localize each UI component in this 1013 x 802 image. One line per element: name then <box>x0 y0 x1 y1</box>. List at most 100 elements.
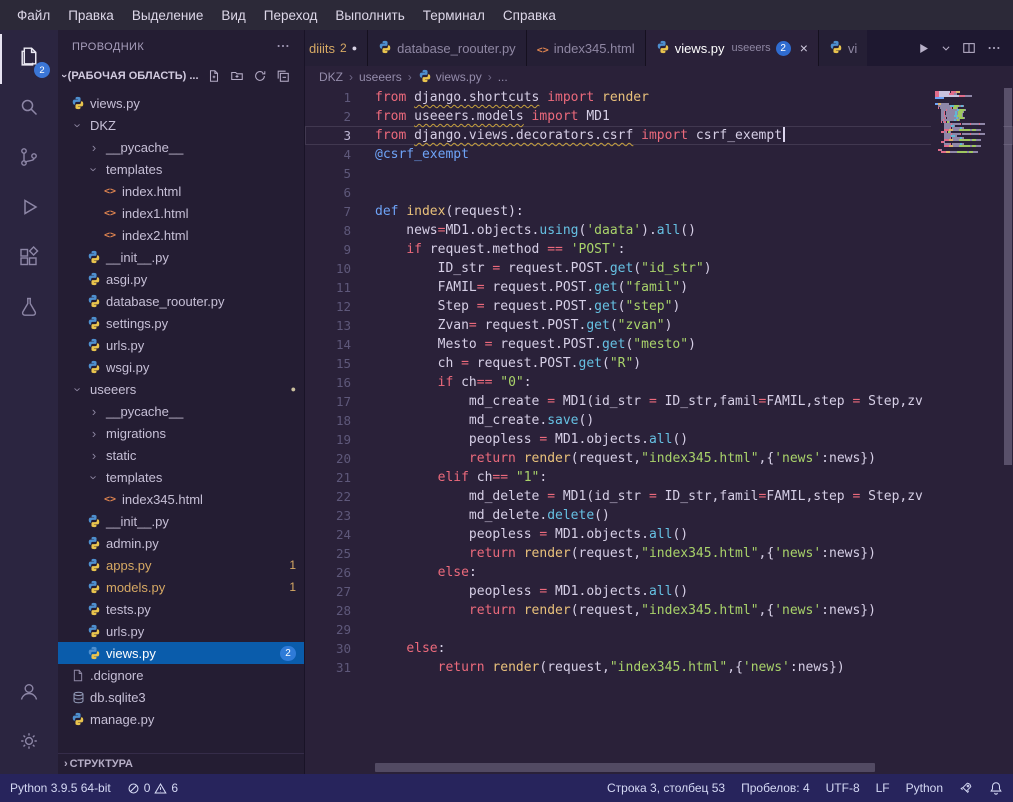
python-interpreter[interactable]: Python 3.9.5 64-bit <box>10 781 111 795</box>
line-number[interactable]: 23 <box>305 506 351 525</box>
code-line[interactable]: 4@csrf_exempt <box>305 145 1013 164</box>
tree-file-models.py[interactable]: models.py1 <box>58 576 304 598</box>
tree-folder-templates[interactable]: ›templates <box>58 158 304 180</box>
tree-file-index1.html[interactable]: <>index1.html <box>58 202 304 224</box>
line-number[interactable]: 7 <box>305 202 351 221</box>
code-line[interactable]: 18 md_create.save() <box>305 411 1013 430</box>
line-number[interactable]: 10 <box>305 259 351 278</box>
tree-file-wsgi.py[interactable]: wsgi.py <box>58 356 304 378</box>
line-number[interactable]: 19 <box>305 430 351 449</box>
split-editor-icon[interactable] <box>962 41 976 55</box>
line-number[interactable]: 15 <box>305 354 351 373</box>
code-line[interactable]: 10 ID_str = request.POST.get("id_str") <box>305 259 1013 278</box>
line-number[interactable]: 13 <box>305 316 351 335</box>
code-line[interactable]: 6 <box>305 183 1013 202</box>
problems-indicator[interactable]: 0 6 <box>127 781 178 795</box>
tree-file-asgi.py[interactable]: asgi.py <box>58 268 304 290</box>
line-number[interactable]: 8 <box>305 221 351 240</box>
rocket-icon[interactable] <box>959 781 973 795</box>
line-number[interactable]: 26 <box>305 563 351 582</box>
code-line[interactable]: 31 return render(request,"index345.html"… <box>305 658 1013 677</box>
tree-file-views.py[interactable]: views.py <box>58 92 304 114</box>
tree-file-index2.html[interactable]: <>index2.html <box>58 224 304 246</box>
menu-item-выделение[interactable]: Выделение <box>123 4 213 27</box>
tab-diiits[interactable]: diiits2● <box>305 30 368 66</box>
code-line[interactable]: 15 ch = request.POST.get("R") <box>305 354 1013 373</box>
status-eol[interactable]: LF <box>876 781 890 795</box>
code-line[interactable]: 5 <box>305 164 1013 183</box>
code-line[interactable]: 25 return render(request,"index345.html"… <box>305 544 1013 563</box>
minimap[interactable] <box>931 88 1003 774</box>
tree-folder-__pycache__[interactable]: ›__pycache__ <box>58 400 304 422</box>
code-line[interactable]: 26 else: <box>305 563 1013 582</box>
outline-section[interactable]: › СТРУКТУРА <box>58 753 304 774</box>
tree-file-settings.py[interactable]: settings.py <box>58 312 304 334</box>
tree-file-.dcignore[interactable]: .dcignore <box>58 664 304 686</box>
run-icon[interactable] <box>917 42 930 55</box>
tree-file-db.sqlite3[interactable]: db.sqlite3 <box>58 686 304 708</box>
activity-extensions[interactable] <box>0 234 58 284</box>
line-number[interactable]: 25 <box>305 544 351 563</box>
tree-file-apps.py[interactable]: apps.py1 <box>58 554 304 576</box>
workspace-section-header[interactable]: › (РАБОЧАЯ ОБЛАСТЬ) ... <box>58 64 304 87</box>
tree-file-urls.py[interactable]: urls.py <box>58 334 304 356</box>
line-number[interactable]: 6 <box>305 183 351 202</box>
code-line[interactable]: 2from useeers.models import MD1 <box>305 107 1013 126</box>
tab-index345.html[interactable]: <>index345.html <box>527 30 646 66</box>
activity-source-control[interactable] <box>0 134 58 184</box>
tree-folder-static[interactable]: ›static <box>58 444 304 466</box>
code-line[interactable]: 9 if request.method == 'POST': <box>305 240 1013 259</box>
collapse-all-icon[interactable] <box>276 69 290 83</box>
menu-item-справка[interactable]: Справка <box>494 4 565 27</box>
code-line[interactable]: 21 elif ch== "1": <box>305 468 1013 487</box>
code-line[interactable]: 22 md_delete = MD1(id_str = ID_str,famil… <box>305 487 1013 506</box>
tree-file-index345.html[interactable]: <>index345.html <box>58 488 304 510</box>
line-number[interactable]: 31 <box>305 658 351 677</box>
line-number[interactable]: 22 <box>305 487 351 506</box>
line-number[interactable]: 24 <box>305 525 351 544</box>
menu-item-файл[interactable]: Файл <box>8 4 59 27</box>
code-line[interactable]: 12 Step = request.POST.get("step") <box>305 297 1013 316</box>
tree-folder-migrations[interactable]: ›migrations <box>58 422 304 444</box>
menu-item-вид[interactable]: Вид <box>212 4 254 27</box>
line-number[interactable]: 12 <box>305 297 351 316</box>
line-number[interactable]: 9 <box>305 240 351 259</box>
line-number[interactable]: 16 <box>305 373 351 392</box>
tree-file-__init__.py[interactable]: __init__.py <box>58 510 304 532</box>
tree-file-tests.py[interactable]: tests.py <box>58 598 304 620</box>
line-number[interactable]: 5 <box>305 164 351 183</box>
line-number[interactable]: 21 <box>305 468 351 487</box>
code-line[interactable]: 1from django.shortcuts import render <box>305 88 1013 107</box>
code-line[interactable]: 23 md_delete.delete() <box>305 506 1013 525</box>
activity-testing[interactable] <box>0 284 58 334</box>
line-number[interactable]: 29 <box>305 620 351 639</box>
code-line[interactable]: 14 Mesto = request.POST.get("mesto") <box>305 335 1013 354</box>
breadcrumb-item-views.py[interactable]: views.py <box>418 69 482 86</box>
status-language-mode[interactable]: Python <box>906 781 943 795</box>
line-number[interactable]: 3 <box>305 126 351 145</box>
code-line[interactable]: 30 else: <box>305 639 1013 658</box>
breadcrumb-item-...[interactable]: ... <box>498 70 508 84</box>
vertical-scrollbar[interactable] <box>1003 88 1013 774</box>
chevron-down-icon[interactable] <box>941 43 951 53</box>
more-actions-icon[interactable] <box>276 39 290 56</box>
line-number[interactable]: 14 <box>305 335 351 354</box>
code-line[interactable]: 7def index(request): <box>305 202 1013 221</box>
code-editor[interactable]: 1from django.shortcuts import render2fro… <box>305 88 1013 774</box>
bell-icon[interactable] <box>989 781 1003 795</box>
line-number[interactable]: 27 <box>305 582 351 601</box>
more-icon[interactable] <box>987 41 1001 55</box>
scrollbar-thumb[interactable] <box>1004 88 1012 465</box>
menu-item-переход[interactable]: Переход <box>255 4 327 27</box>
line-number[interactable]: 30 <box>305 639 351 658</box>
tree-folder-__pycache__[interactable]: ›__pycache__ <box>58 136 304 158</box>
code-line[interactable]: 20 return render(request,"index345.html"… <box>305 449 1013 468</box>
menu-item-выполнить[interactable]: Выполнить <box>326 4 413 27</box>
line-number[interactable]: 28 <box>305 601 351 620</box>
new-folder-icon[interactable] <box>230 69 244 83</box>
tree-file-admin.py[interactable]: admin.py <box>58 532 304 554</box>
tree-file-database_roouter.py[interactable]: database_roouter.py <box>58 290 304 312</box>
line-number[interactable]: 20 <box>305 449 351 468</box>
line-number[interactable]: 18 <box>305 411 351 430</box>
menu-item-правка[interactable]: Правка <box>59 4 123 27</box>
